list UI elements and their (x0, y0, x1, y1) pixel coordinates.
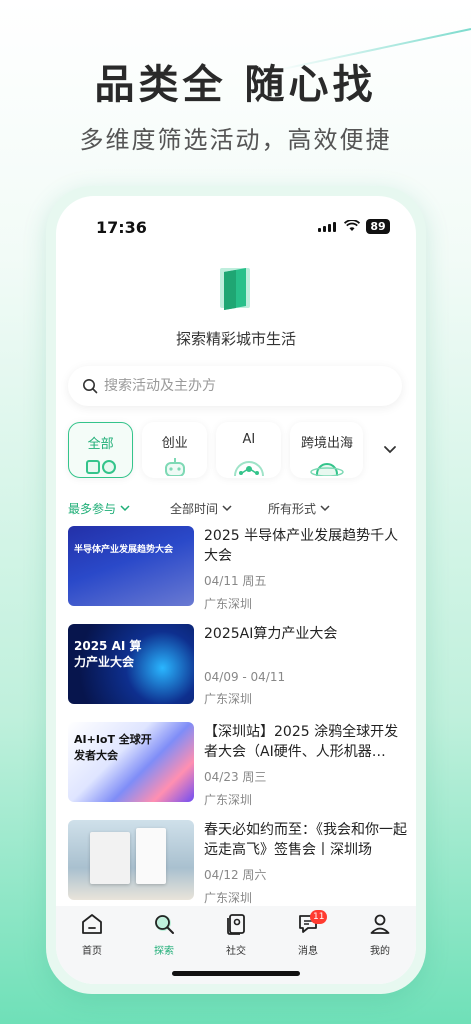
event-card[interactable]: 半导体产业发展趋势大会 2025 半导体产业发展趋势千人大会 04/11 周五 … (68, 526, 408, 624)
event-card[interactable]: 2025 AI 算力产业大会 2025AI算力产业大会 04/09 - 04/1… (68, 624, 408, 722)
chevron-down-icon (120, 505, 130, 512)
search-icon (83, 379, 98, 394)
event-thumbnail (68, 820, 194, 900)
event-date: 04/11 周五 (204, 574, 267, 588)
thumbnail-text: 半导体产业发展趋势大会 (74, 545, 174, 555)
category-label: AI (242, 432, 256, 447)
event-thumbnail: AI+IoT 全球开发者大会 (68, 722, 194, 802)
grid-icon (85, 460, 116, 474)
wifi-icon (344, 220, 360, 231)
home-indicator[interactable] (172, 971, 300, 976)
home-icon (82, 914, 102, 934)
event-thumbnail: 半导体产业发展趋势大会 (68, 526, 194, 606)
event-card[interactable]: 春天必如约而至：《我会和你一起远走高飞》签售会丨深圳场 04/12 周六 广东深… (68, 820, 408, 918)
category-cross-border[interactable]: 跨境出海 (290, 422, 364, 478)
event-title: 2025AI算力产业大会 (204, 626, 338, 642)
app-logo-icon (220, 268, 250, 310)
category-startup[interactable]: 创业 (142, 422, 208, 478)
filter-label: 全部时间 (170, 502, 219, 516)
phone-frame: 17:36 89 探索精彩城市生活 搜索活动及主办方 全部 创业 AI 跨境出海… (46, 186, 426, 994)
signal-icon (318, 222, 336, 232)
thumbnail-text: 2025 AI 算力产业大会 (74, 639, 142, 669)
unread-badge: 11 (310, 910, 328, 924)
chevron-down-icon (320, 505, 330, 512)
more-categories-button[interactable] (372, 422, 408, 478)
cards-icon (227, 914, 245, 935)
chevron-down-icon (384, 446, 397, 454)
event-title: 【深圳站】2025 涂鸦全球开发者大会（AI硬件、人形机器人、… (204, 724, 399, 760)
event-location: 广东深圳 (204, 692, 253, 706)
status-time: 17:36 (96, 218, 147, 237)
filter-bar: 最多参与 全部时间 所有形式 (68, 500, 408, 517)
event-list: 半导体产业发展趋势大会 2025 半导体产业发展趋势千人大会 04/11 周五 … (68, 526, 408, 918)
user-icon (370, 914, 390, 934)
book-image (136, 828, 166, 884)
event-thumbnail: 2025 AI 算力产业大会 (68, 624, 194, 704)
event-title: 春天必如约而至：《我会和你一起远走高飞》签售会丨深圳场 (204, 822, 407, 858)
search-bar[interactable] (68, 366, 402, 406)
filter-label: 最多参与 (68, 502, 117, 516)
event-date: 04/12 周六 (204, 868, 267, 882)
robot-icon (164, 458, 185, 476)
tab-profile[interactable]: 我的 (344, 912, 416, 984)
promo-headline: 品类全 随心找 (94, 62, 377, 108)
tab-label: 探索 (154, 946, 174, 957)
event-location: 广东深圳 (204, 597, 253, 611)
status-bar: 17:36 89 (56, 216, 416, 240)
event-date: 04/23 周三 (204, 770, 267, 784)
tab-label: 首页 (82, 946, 102, 957)
tab-label: 社交 (226, 946, 246, 957)
event-location: 广东深圳 (204, 793, 253, 807)
filter-sort[interactable]: 最多参与 (68, 500, 170, 517)
category-row: 全部 创业 AI 跨境出海 (68, 422, 408, 480)
search-input[interactable] (104, 378, 374, 394)
category-label: 创业 (161, 436, 188, 451)
category-all[interactable]: 全部 (68, 422, 134, 478)
app-screen: 17:36 89 探索精彩城市生活 搜索活动及主办方 全部 创业 AI 跨境出海… (56, 196, 416, 984)
tab-home[interactable]: 首页 (56, 912, 128, 984)
category-ai[interactable]: AI (216, 422, 282, 478)
event-date: 04/09 - 04/11 (204, 670, 286, 684)
chevron-down-icon (222, 505, 232, 512)
filter-format[interactable]: 所有形式 (268, 500, 330, 517)
category-label: 跨境出海 (300, 436, 353, 451)
filter-label: 所有形式 (268, 502, 317, 516)
search-icon (155, 915, 174, 934)
tab-label: 我的 (370, 946, 390, 957)
battery-indicator: 89 (366, 219, 390, 234)
globe-icon (310, 463, 344, 476)
app-tagline: 探索精彩城市生活 (175, 330, 296, 348)
thumbnail-text: AI+IoT 全球开发者大会 (74, 733, 152, 762)
category-label: 全部 (87, 437, 114, 452)
event-location: 广东深圳 (204, 891, 253, 905)
event-title: 2025 半导体产业发展趋势千人大会 (204, 528, 399, 564)
network-icon (233, 461, 264, 476)
book-image (90, 832, 130, 884)
event-card[interactable]: AI+IoT 全球开发者大会 【深圳站】2025 涂鸦全球开发者大会（AI硬件、… (68, 722, 408, 820)
promo-subline: 多维度筛选活动，高效便捷 (79, 126, 392, 154)
filter-time[interactable]: 全部时间 (170, 500, 268, 517)
tab-label: 消息 (298, 946, 318, 957)
